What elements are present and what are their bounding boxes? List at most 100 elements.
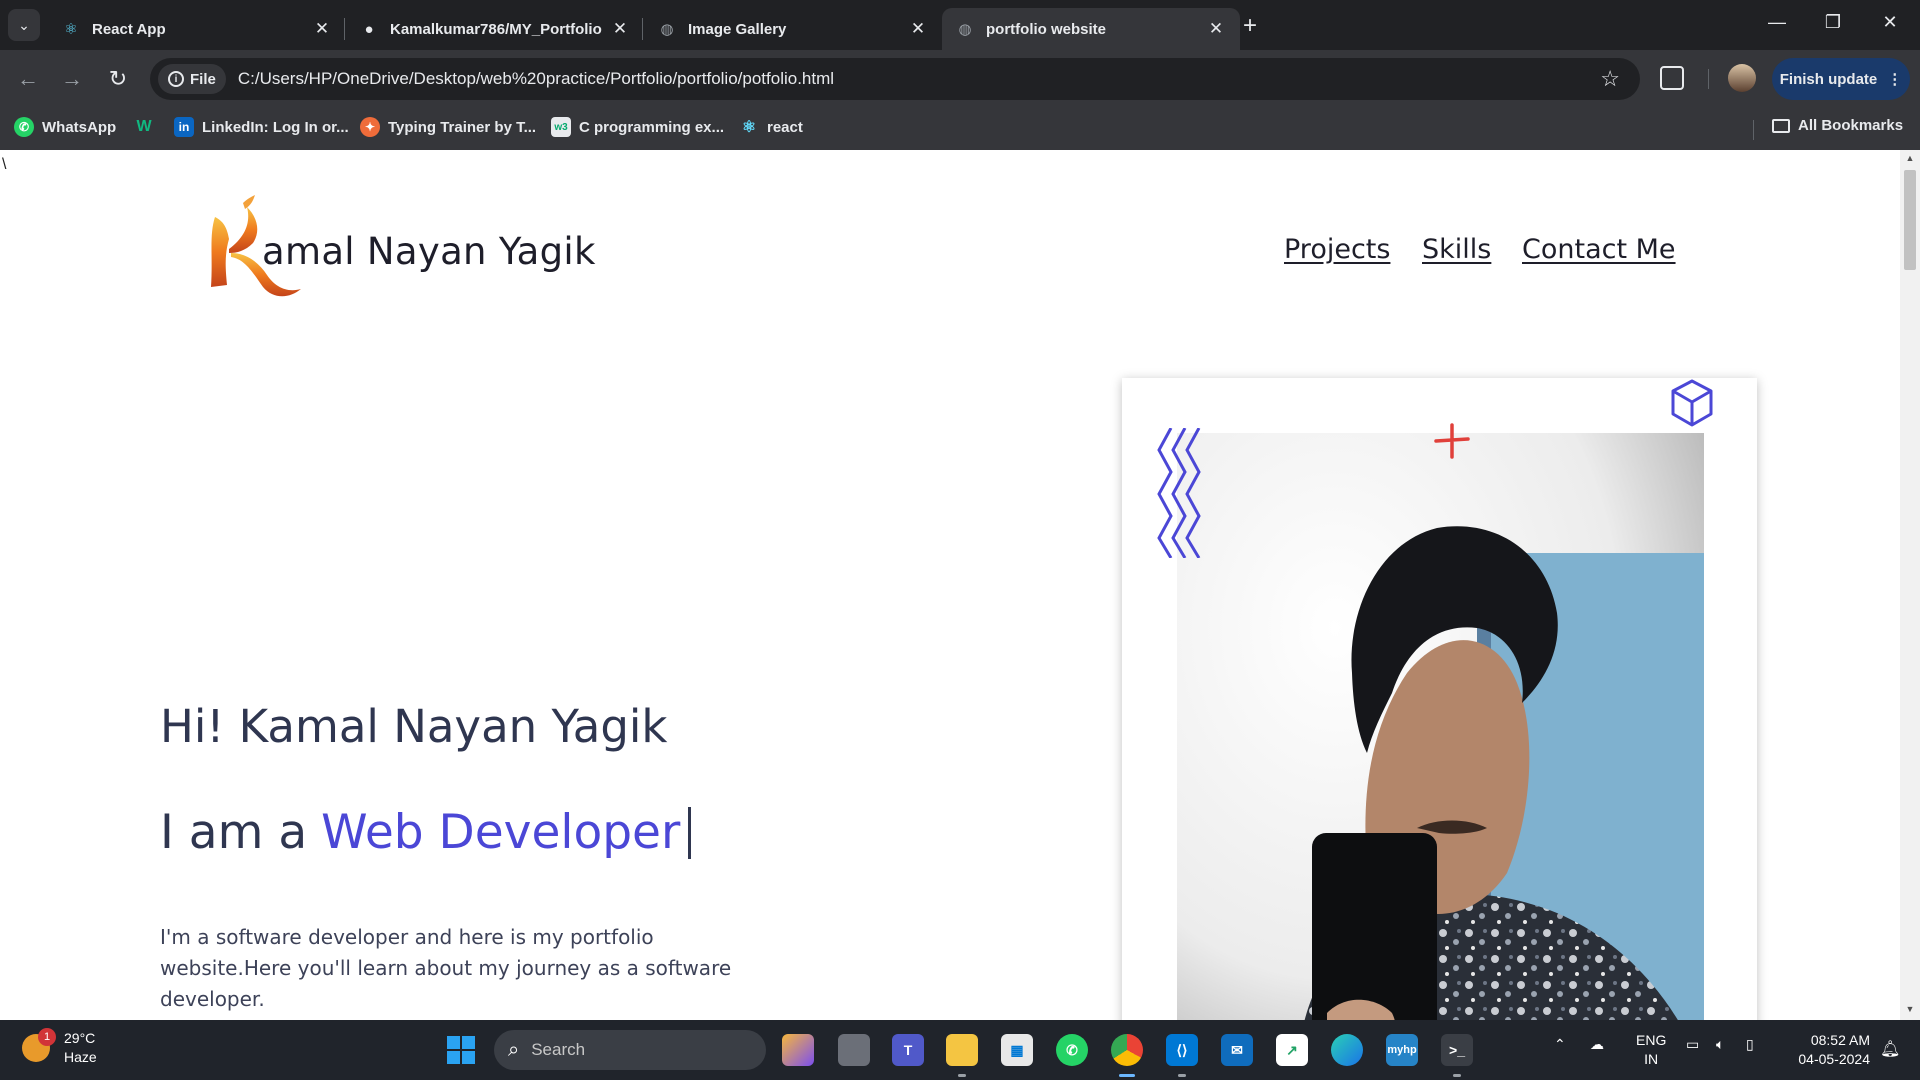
info-icon: i	[168, 71, 184, 87]
tab-search-button[interactable]: ⌄	[8, 9, 40, 41]
bookmark-c-programming[interactable]: w3 C programming ex...	[551, 117, 724, 137]
bookmark-label: Typing Trainer by T...	[388, 118, 537, 136]
globe-icon: ◍	[660, 21, 674, 38]
system-clock[interactable]: 08:52 AM 04-05-2024	[1784, 1031, 1870, 1069]
language-code: ENG	[1636, 1032, 1667, 1048]
back-button[interactable]: ←	[14, 65, 42, 93]
scrollbar-thumb[interactable]	[1904, 170, 1916, 270]
w3schools-icon: w3	[551, 117, 571, 137]
bookmark-whatsapp[interactable]: ✆ WhatsApp	[14, 117, 116, 137]
vscode-icon[interactable]: ⟨⟩	[1166, 1034, 1198, 1066]
tab-divider	[344, 18, 345, 40]
taskbar-search[interactable]: ⌕ Search	[494, 1030, 766, 1070]
more-vertical-icon: ⋮	[1887, 71, 1903, 88]
microsoft-store-icon[interactable]: ▦	[1001, 1034, 1033, 1066]
url-text[interactable]: C:/Users/HP/OneDrive/Desktop/web%20pract…	[238, 69, 834, 89]
nav-link-contact-me[interactable]: Contact Me	[1522, 234, 1676, 265]
bookmark-linkedin[interactable]: in LinkedIn: Log In or...	[174, 117, 349, 137]
windows-taskbar: 1 29°C Haze ⌕ Search T ▦ ✆ ⟨⟩ ✉ ↗ myhp >…	[0, 1020, 1920, 1080]
copilot-app-icon[interactable]	[782, 1034, 814, 1066]
file-explorer-icon[interactable]	[946, 1034, 978, 1066]
profile-avatar[interactable]	[1728, 64, 1756, 92]
tab-image-gallery[interactable]: ◍ Image Gallery ✕	[644, 8, 942, 50]
teams-icon[interactable]: T	[892, 1034, 924, 1066]
close-icon[interactable]: ✕	[610, 19, 630, 39]
close-window-button[interactable]: ✕	[1875, 12, 1905, 33]
reload-button[interactable]: ↻	[104, 65, 132, 93]
scroll-up-icon[interactable]: ▲	[1900, 153, 1920, 163]
myhp-icon[interactable]: myhp	[1386, 1034, 1418, 1066]
tab-title: Image Gallery	[688, 20, 787, 38]
address-bar[interactable]: i File C:/Users/HP/OneDrive/Desktop/web%…	[150, 58, 1640, 100]
w-icon: W	[136, 118, 152, 135]
scroll-down-icon[interactable]: ▼	[1900, 1004, 1920, 1014]
profile-photo-card	[1122, 378, 1757, 1020]
finish-update-button[interactable]: Finish update ⋮	[1772, 58, 1910, 100]
hero-role-typed: Web Developer	[321, 805, 681, 860]
onedrive-cloud-icon[interactable]: ☁	[1590, 1036, 1604, 1053]
plus-decoration-icon	[1434, 423, 1470, 459]
extensions-icon[interactable]	[1660, 66, 1684, 90]
bookmarks-bar: ✆ WhatsApp W in LinkedIn: Log In or... ✦…	[0, 108, 1920, 150]
bookmark-star-icon[interactable]: ☆	[1600, 66, 1620, 92]
globe-icon: ◍	[958, 21, 972, 38]
weather-widget[interactable]: 1 29°C Haze	[22, 1028, 97, 1067]
logo-text[interactable]: amal Nayan Yagik	[262, 230, 596, 273]
bookmark-typing-trainer[interactable]: ✦ Typing Trainer by T...	[360, 117, 536, 137]
close-icon[interactable]: ✕	[312, 19, 332, 39]
page-scrollbar[interactable]: ▲ ▼	[1900, 150, 1920, 1020]
zigzag-decoration-icon	[1157, 428, 1201, 558]
notification-badge: 1	[38, 1028, 56, 1046]
typing-trainer-icon: ✦	[360, 117, 380, 137]
tab-github-portfolio[interactable]: ● Kamalkumar786/MY_Portfolio ✕	[346, 8, 644, 50]
running-indicator	[1178, 1074, 1186, 1077]
volume-icon[interactable]: 🔈︎	[1716, 1036, 1724, 1053]
bookmark-react[interactable]: ⚛ react	[739, 117, 803, 137]
chrome-icon[interactable]	[1111, 1034, 1143, 1066]
new-tab-button[interactable]: +	[1243, 12, 1257, 40]
restore-button[interactable]: ❐	[1818, 12, 1848, 33]
tab-strip: ⌄ ⚛ React App ✕ ● Kamalkumar786/MY_Portf…	[0, 0, 1920, 50]
site-info-chip[interactable]: i File	[158, 64, 226, 94]
close-icon[interactable]: ✕	[908, 19, 928, 39]
github-icon: ●	[364, 20, 374, 38]
edge-icon[interactable]	[1331, 1034, 1363, 1066]
forward-button[interactable]: →	[58, 65, 86, 93]
minimize-button[interactable]: —	[1762, 12, 1792, 33]
whatsapp-icon: ✆	[14, 117, 34, 137]
close-icon[interactable]: ✕	[1206, 19, 1226, 39]
language-indicator[interactable]: ENG IN	[1636, 1031, 1666, 1069]
start-button[interactable]	[447, 1036, 475, 1064]
react-icon: ⚛	[741, 119, 757, 136]
typing-caret	[688, 806, 692, 859]
tab-divider	[642, 18, 643, 40]
tab-react-app[interactable]: ⚛ React App ✕	[48, 8, 346, 50]
hero-role-line: I am a Web Developer	[160, 805, 692, 860]
react-icon: ⚛	[64, 21, 78, 38]
region-code: IN	[1644, 1051, 1659, 1067]
bookmark-label: LinkedIn: Log In or...	[202, 118, 349, 136]
terminal-icon[interactable]: >_	[1441, 1034, 1473, 1066]
profile-photo-illustration	[1177, 433, 1704, 1020]
network-icon[interactable]: ▭	[1686, 1036, 1699, 1053]
stocks-app-icon[interactable]: ↗	[1276, 1034, 1308, 1066]
all-bookmarks-button[interactable]: All Bookmarks	[1772, 117, 1903, 134]
whatsapp-app-icon[interactable]: ✆	[1056, 1034, 1088, 1066]
clock-time: 08:52 AM	[1810, 1032, 1870, 1048]
battery-icon[interactable]: ▯	[1746, 1036, 1754, 1053]
bookmarks-divider	[1753, 120, 1754, 140]
nav-link-skills[interactable]: Skills	[1422, 234, 1491, 265]
arrow-right-icon: →	[61, 66, 83, 91]
tab-title: React App	[92, 20, 166, 38]
mail-icon[interactable]: ✉	[1221, 1034, 1253, 1066]
task-view-icon[interactable]	[838, 1034, 870, 1066]
all-bookmarks-label: All Bookmarks	[1798, 117, 1904, 134]
search-placeholder: Search	[531, 1040, 586, 1059]
chevron-up-icon[interactable]: ⌃	[1554, 1036, 1566, 1053]
tab-portfolio-website[interactable]: ◍ portfolio website ✕	[942, 8, 1240, 50]
scheme-label: File	[190, 70, 216, 88]
notification-bell-icon[interactable]: 🔔︎	[1880, 1039, 1900, 1059]
bookmark-w[interactable]: W	[134, 117, 162, 137]
nav-link-projects[interactable]: Projects	[1284, 234, 1390, 265]
weather-condition: Haze	[64, 1049, 97, 1065]
